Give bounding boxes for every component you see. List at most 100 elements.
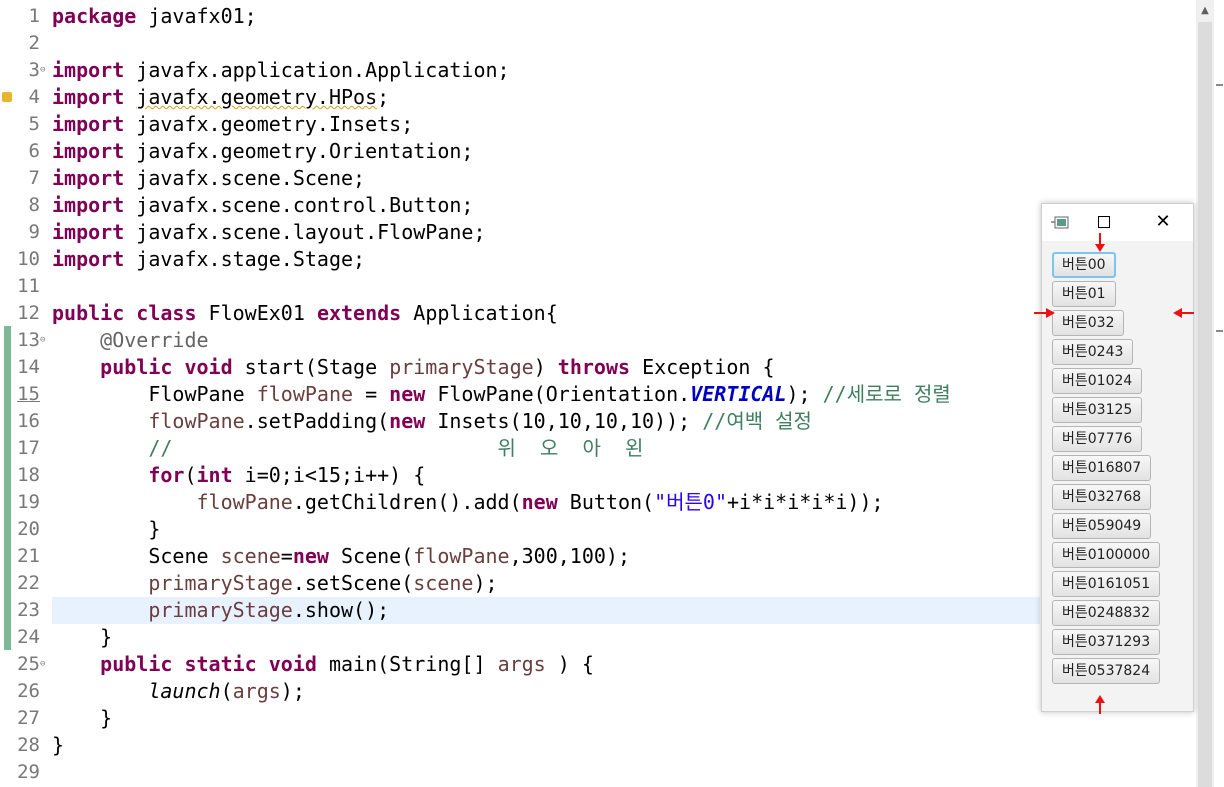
flowpane-button[interactable]: 버튼016807: [1052, 455, 1152, 481]
code-token: javafx.stage.Stage;: [124, 247, 366, 271]
code-token: new: [521, 490, 558, 514]
code-token: VERTICAL: [690, 382, 787, 406]
flowpane-button[interactable]: 버튼01: [1052, 281, 1116, 307]
code-token: throws: [557, 355, 631, 379]
arrow-left-icon: [1173, 308, 1194, 318]
code-line[interactable]: public static void main(String[] args ) …: [52, 651, 594, 678]
maximize-icon[interactable]: [1098, 216, 1110, 228]
code-token: primaryStage: [389, 355, 534, 379]
code-line[interactable]: import javafx.geometry.HPos;: [52, 84, 389, 111]
flowpane-button[interactable]: 버튼032: [1052, 310, 1125, 336]
code-token: Scene(: [328, 544, 414, 568]
code-token: main(String[]: [316, 652, 498, 676]
code-line[interactable]: import javafx.stage.Stage;: [52, 246, 365, 273]
code-token: for: [148, 463, 185, 487]
overview-marker[interactable]: [1216, 330, 1223, 332]
code-token: @Override: [100, 328, 209, 352]
code-line[interactable]: public void start(Stage primaryStage) th…: [52, 354, 774, 381]
flowpane-button[interactable]: 버튼032768: [1052, 484, 1152, 510]
flowpane-button[interactable]: 버튼03125: [1052, 397, 1143, 423]
code-line[interactable]: import javafx.geometry.Orientation;: [52, 138, 473, 165]
code-line[interactable]: import javafx.geometry.Insets;: [52, 111, 413, 138]
scroll-up-arrow-icon[interactable]: ▲: [1199, 5, 1211, 17]
code-editor[interactable]: 1 2 3 ⊖ 4 5 6 7 8 9 10 11 12 13 ⊖ 14 15 16 17 18 19 20 21 22 23 2…: [0, 0, 1196, 787]
code-token: new: [292, 544, 329, 568]
code-line[interactable]: // 위 오 아 왼: [52, 435, 643, 462]
code-line[interactable]: FlowPane flowPane = new FlowPane(Orienta…: [52, 381, 950, 408]
code-line[interactable]: }: [52, 516, 160, 543]
code-line[interactable]: import javafx.scene.Scene;: [52, 165, 365, 192]
code-token: .getChildren().add(: [292, 490, 522, 514]
code-line[interactable]: launch(args);: [52, 678, 305, 705]
close-icon[interactable]: ✕: [1152, 211, 1174, 233]
code-token: flowPane: [256, 382, 354, 406]
flowpane-button[interactable]: 버튼0243: [1052, 339, 1134, 365]
overview-marker[interactable]: [1216, 84, 1223, 86]
code-token: }: [52, 517, 161, 541]
flowpane-button[interactable]: 버튼0371293: [1052, 629, 1161, 655]
code-line[interactable]: package javafx01;: [52, 3, 257, 30]
code-token: =: [280, 544, 293, 568]
flowpane-button[interactable]: 버튼0100000: [1052, 542, 1161, 568]
code-line[interactable]: import javafx.application.Application;: [52, 57, 510, 84]
code-token: .setPadding(: [244, 409, 390, 433]
line-number: 25: [17, 653, 40, 675]
scrollbar-thumb[interactable]: [1198, 22, 1212, 787]
code-line[interactable]: import javafx.scene.layout.FlowPane;: [52, 219, 485, 246]
arrow-up-icon: [1095, 695, 1105, 714]
code-token: import: [52, 220, 125, 244]
code-token: primaryStage: [148, 571, 293, 595]
code-token: int: [196, 463, 233, 487]
code-line[interactable]: flowPane.getChildren().add(new Button("버…: [52, 489, 884, 516]
code-token: javafx.application.Application;: [124, 58, 510, 82]
flowpane-button[interactable]: 버튼0161051: [1052, 571, 1161, 597]
code-line[interactable]: Scene scene=new Scene(flowPane,300,100);: [52, 543, 630, 570]
flowpane-button[interactable]: 버튼01024: [1052, 368, 1143, 394]
line-number: 2: [28, 32, 40, 54]
code-line[interactable]: primaryStage.setScene(scene);: [52, 570, 497, 597]
code-line[interactable]: flowPane.setPadding(new Insets(10,10,10,…: [52, 408, 812, 435]
code-token: javafx.geometry.HPos: [136, 85, 378, 109]
code-line[interactable]: }: [52, 732, 64, 759]
warning-icon[interactable]: [2, 92, 12, 102]
code-token: =: [353, 382, 390, 406]
code-token: //여백 설정: [702, 409, 812, 433]
arrow-right-icon: [1034, 308, 1055, 318]
code-line[interactable]: primaryStage.show();: [52, 597, 389, 624]
line-number: 27: [17, 707, 40, 729]
fold-toggle-icon[interactable]: ⊖: [40, 57, 45, 84]
code-token: );: [786, 382, 823, 406]
code-token: "버튼0": [654, 490, 727, 514]
code-line[interactable]: for(int i=0;i<15;i++) {: [52, 462, 425, 489]
fold-toggle-icon[interactable]: ⊖: [40, 327, 45, 354]
code-line[interactable]: }: [52, 624, 112, 651]
window-titlebar[interactable]: ✕: [1042, 204, 1193, 241]
flowpane-button[interactable]: 버튼00: [1052, 252, 1116, 278]
code-token: primaryStage: [148, 598, 293, 622]
flowpane-button[interactable]: 버튼0248832: [1052, 600, 1161, 626]
code-line[interactable]: }: [52, 705, 112, 732]
flowpane-button[interactable]: 버튼0537824: [1052, 658, 1161, 684]
code-line[interactable]: public class FlowEx01 extends Applicatio…: [52, 300, 558, 327]
code-token: flowPane: [148, 409, 245, 433]
code-line[interactable]: import javafx.scene.control.Button;: [52, 192, 473, 219]
code-token: FlowPane: [52, 382, 257, 406]
code-token: i=0;i<15;i++) {: [232, 463, 426, 487]
line-number: 5: [28, 113, 40, 135]
code-token: (: [184, 463, 197, 487]
code-line[interactable]: @Override: [52, 327, 209, 354]
flowpane-button[interactable]: 버튼059049: [1052, 513, 1152, 539]
code-token: import: [52, 85, 125, 109]
flowpane-button[interactable]: 버튼07776: [1052, 426, 1143, 452]
fold-toggle-icon[interactable]: ⊖: [40, 651, 45, 678]
code-token: public: [100, 355, 173, 379]
code-token: ;: [377, 85, 390, 109]
